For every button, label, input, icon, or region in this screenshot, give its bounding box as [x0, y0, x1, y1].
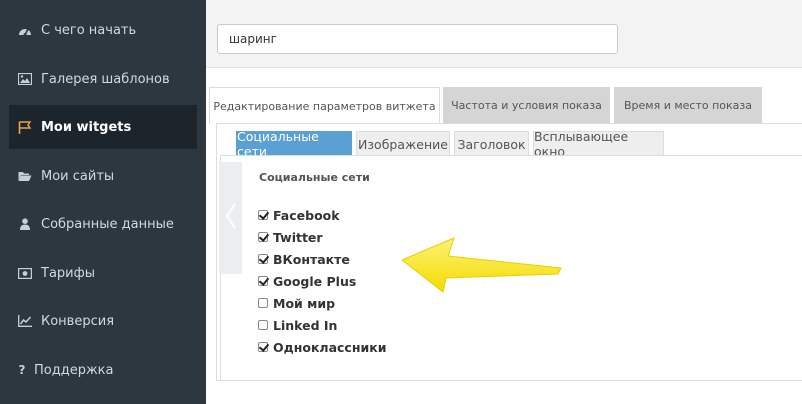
question-icon: ? [18, 363, 26, 377]
subtab-popup[interactable]: Всплывающее окно [533, 129, 664, 159]
checkbox-google-plus[interactable]: Google Plus [258, 272, 356, 290]
subtab-header[interactable]: Заголовок [454, 131, 529, 156]
checkbox-vkontakte[interactable]: ВКонтакте [258, 250, 350, 268]
checkbox-odnoklassniki[interactable]: Одноклассники [258, 338, 386, 356]
sidebar-item-label: Собранные данные [41, 216, 174, 232]
checkbox[interactable] [258, 232, 268, 242]
flag-icon [18, 120, 32, 134]
checkbox[interactable] [258, 210, 268, 220]
sidebar-item-getting-started[interactable]: С чего начать [9, 8, 197, 52]
divider [220, 155, 802, 156]
sidebar-item-label: Галерея шаблонов [41, 71, 170, 87]
checkbox-label: Twitter [273, 229, 323, 245]
sidebar-item-collected-data[interactable]: Собранные данные [9, 202, 197, 246]
money-icon [18, 266, 32, 280]
checkbox-moi-mir[interactable]: Мой мир [258, 294, 335, 312]
tab-edit-widget-params[interactable]: Редактирование параметров витжета [209, 87, 440, 124]
checkbox[interactable] [258, 298, 268, 308]
sidebar-item-label: Тарифы [41, 265, 95, 281]
subtab-social-networks[interactable]: Социальные сети [236, 129, 352, 159]
checkbox-label: Одноклассники [273, 339, 387, 355]
line-chart-icon [18, 314, 32, 328]
checkbox-label: Google Plus [273, 273, 357, 289]
sidebar-item-template-gallery[interactable]: Галерея шаблонов [9, 57, 197, 101]
sidebar-item-label: Мои сайты [41, 168, 115, 184]
sidebar-item-my-sites[interactable]: Мои сайты [9, 154, 197, 198]
sidebar: С чего начать Галерея шаблонов Мои witge… [0, 0, 206, 404]
user-icon [18, 217, 32, 231]
annotation-arrow-icon [401, 237, 562, 293]
carousel-prev-button[interactable] [219, 162, 242, 274]
checkbox-label: Facebook [273, 207, 340, 223]
checkbox-label: Мой мир [273, 295, 336, 311]
checkbox[interactable] [258, 276, 268, 286]
sidebar-item-label: Поддержка [34, 362, 114, 378]
checkbox[interactable] [258, 254, 268, 264]
checkbox-linkedin[interactable]: Linked In [258, 316, 337, 334]
sidebar-item-label: Конверсия [41, 313, 115, 329]
tab-frequency-conditions[interactable]: Частота и условия показа [443, 87, 610, 123]
checkbox-facebook[interactable]: Facebook [258, 206, 340, 224]
checkbox-label: Linked In [273, 317, 338, 333]
folder-open-icon [18, 169, 32, 183]
top-bar: шаринг [206, 0, 802, 68]
main-content: шаринг Редактирование параметров витжета… [206, 0, 802, 404]
checkbox-label: ВКонтакте [273, 251, 350, 267]
tab-time-place[interactable]: Время и место показа [614, 87, 762, 123]
subtab-image[interactable]: Изображение [356, 131, 450, 156]
checkbox-twitter[interactable]: Twitter [258, 228, 323, 246]
checkbox[interactable] [258, 342, 268, 352]
sidebar-item-tariffs[interactable]: Тарифы [9, 251, 197, 295]
checkbox[interactable] [258, 320, 268, 330]
sidebar-item-label: С чего начать [41, 22, 137, 38]
chevron-left-icon [225, 203, 237, 233]
image-icon [18, 72, 32, 86]
sidebar-item-support[interactable]: ? Поддержка [9, 348, 197, 392]
search-input[interactable]: шаринг [217, 24, 618, 54]
section-title: Социальные сети [259, 171, 370, 184]
dashboard-icon [18, 23, 32, 37]
sidebar-item-my-widgets[interactable]: Мои witgets [9, 105, 197, 149]
sidebar-item-label: Мои witgets [41, 119, 132, 135]
sidebar-item-conversion[interactable]: Конверсия [9, 299, 197, 343]
